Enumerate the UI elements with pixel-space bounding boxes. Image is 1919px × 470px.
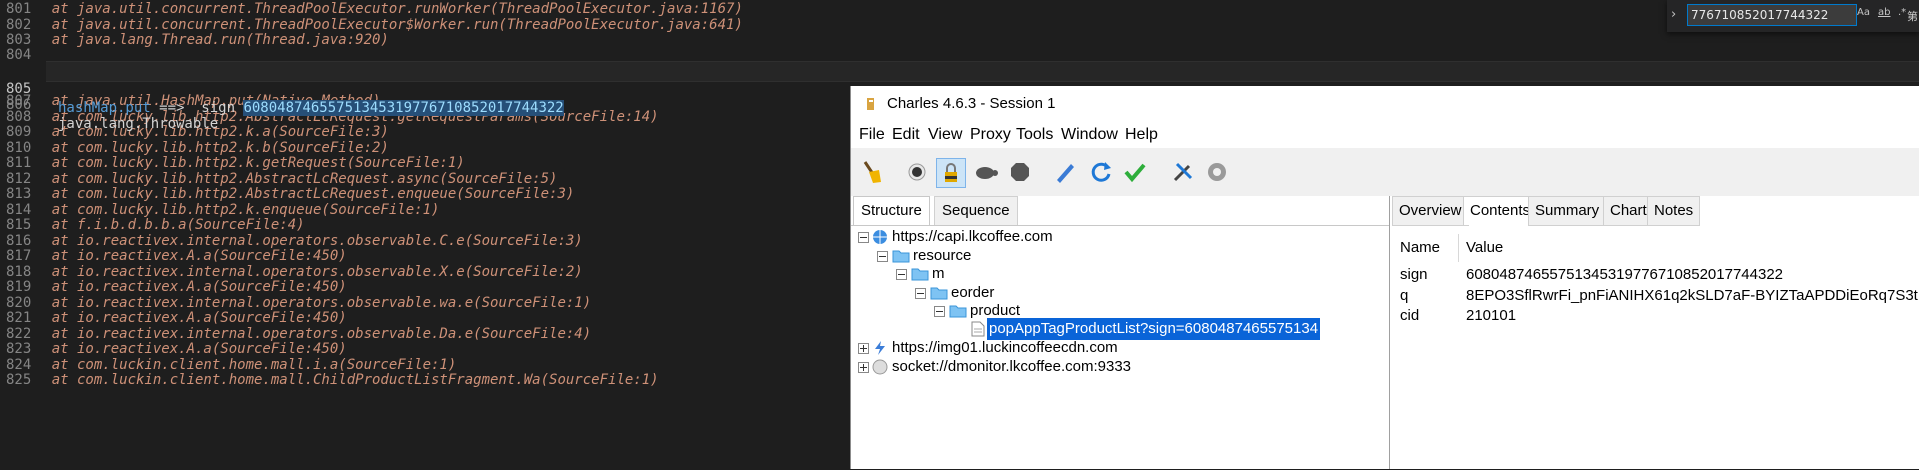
tab-summary[interactable]: Summary [1528,196,1607,226]
compose-pen-icon[interactable] [1051,158,1079,186]
structure-tree: https://capi.lkcoffee.com resource m eor… [851,225,1389,470]
tab-sequence[interactable]: Sequence [934,196,1018,226]
menu-proxy[interactable]: Proxy [970,126,1011,144]
folder-icon [911,268,929,281]
collapse-toggle-icon[interactable] [896,269,907,280]
expand-toggle-icon[interactable] [858,343,869,354]
find-result-count: 第1项 [1907,10,1919,23]
structure-panel: Structure Sequence https://capi.lkcoffee… [851,196,1390,469]
contents-panel: Overview Contents Summary Chart Notes Na… [1390,196,1919,469]
toggle-replace-chevron-icon[interactable]: › [1671,7,1676,22]
globe-icon [872,359,888,375]
record-icon[interactable] [903,158,931,186]
folder-icon [949,305,967,318]
throttle-turtle-icon[interactable] [971,158,999,186]
line-content: java.lang.Throwable [58,116,219,132]
tree-node-label: socket://dmonitor.lkcoffee.com:9333 [892,358,1132,375]
column-header-name[interactable]: Name [1400,234,1440,262]
line-number: 806 [6,97,32,113]
document-icon [971,321,985,337]
table-row-value: 608048746557513453197767108520177443​22 [1466,266,1784,283]
column-header-value[interactable]: Value [1466,234,1503,262]
tab-structure[interactable]: Structure [853,196,930,225]
globe-lock-icon [873,230,887,244]
window-title: Charles 4.6.3 - Session 1 [887,95,1056,112]
find-input-value: 776710852017744322 [1691,8,1829,22]
params-table: Name Value sign 608048746557513453197767… [1396,234,1919,469]
breakpoint-stop-icon[interactable] [1006,158,1034,186]
tree-node-socket-host[interactable]: socket://dmonitor.lkcoffee.com:9333 [851,356,1389,378]
code-token-hashmap-put: hashMap.put [58,100,151,116]
broom-icon[interactable] [859,158,887,186]
ssl-lock-icon[interactable] [936,158,966,188]
table-row-name: cid [1400,307,1420,324]
menu-window[interactable]: Window [1061,126,1118,144]
tab-overview[interactable]: Overview [1392,196,1469,226]
menu-tools[interactable]: Tools [1016,126,1053,144]
menu-view[interactable]: View [928,126,962,144]
column-divider[interactable] [1458,234,1459,262]
match-case-icon[interactable]: Aa [1857,7,1870,18]
use-regex-icon[interactable]: .* [1898,7,1906,18]
find-input[interactable]: 776710852017744322 [1687,4,1857,26]
title-bar: Charles 4.6.3 - Session 1 [851,86,1919,122]
tools-icon[interactable] [1169,158,1197,186]
menu-bar: File Edit View Proxy Tools Window Help [851,122,1919,148]
menu-edit[interactable]: Edit [892,126,920,144]
folder-icon [892,250,910,263]
search-match-highlight: 608048746557513453197767108520177443​22 [243,100,564,116]
table-row-name: sign [1400,266,1428,283]
find-widget: › 776710852017744322 Aa ab .* 第1项 [1667,0,1919,32]
repeat-refresh-icon[interactable] [1087,158,1115,186]
collapse-toggle-icon[interactable] [877,251,888,262]
tab-contents[interactable]: Contents [1463,196,1538,225]
match-whole-word-icon[interactable]: ab [1878,7,1890,18]
collapse-toggle-icon[interactable] [934,306,945,317]
folder-icon [930,287,948,300]
collapse-toggle-icon[interactable] [915,288,926,299]
table-row-name: q [1400,287,1409,304]
validate-check-icon[interactable] [1121,158,1149,186]
line-content: at com.luckin.client.home.mall.ChildProd… [18,372,659,388]
charles-window: Charles 4.6.3 - Session 1 File Edit View… [850,86,1919,469]
menu-help[interactable]: Help [1125,126,1158,144]
expand-toggle-icon[interactable] [858,362,869,373]
settings-gear-icon[interactable] [1203,158,1231,186]
charles-app-icon [867,98,874,110]
code-token-arrow: ==> sign [150,100,244,116]
toolbar [851,152,1919,192]
tab-notes[interactable]: Notes [1647,196,1701,226]
lightning-icon [875,341,885,355]
collapse-toggle-icon[interactable] [858,232,869,243]
table-row-value: 8EPO3SflRwrFi_pnFiANIHX61q2kSLD7aF-BYIZT… [1466,287,1918,304]
table-row-value: 210101 [1466,307,1517,324]
menu-file[interactable]: File [859,126,885,144]
